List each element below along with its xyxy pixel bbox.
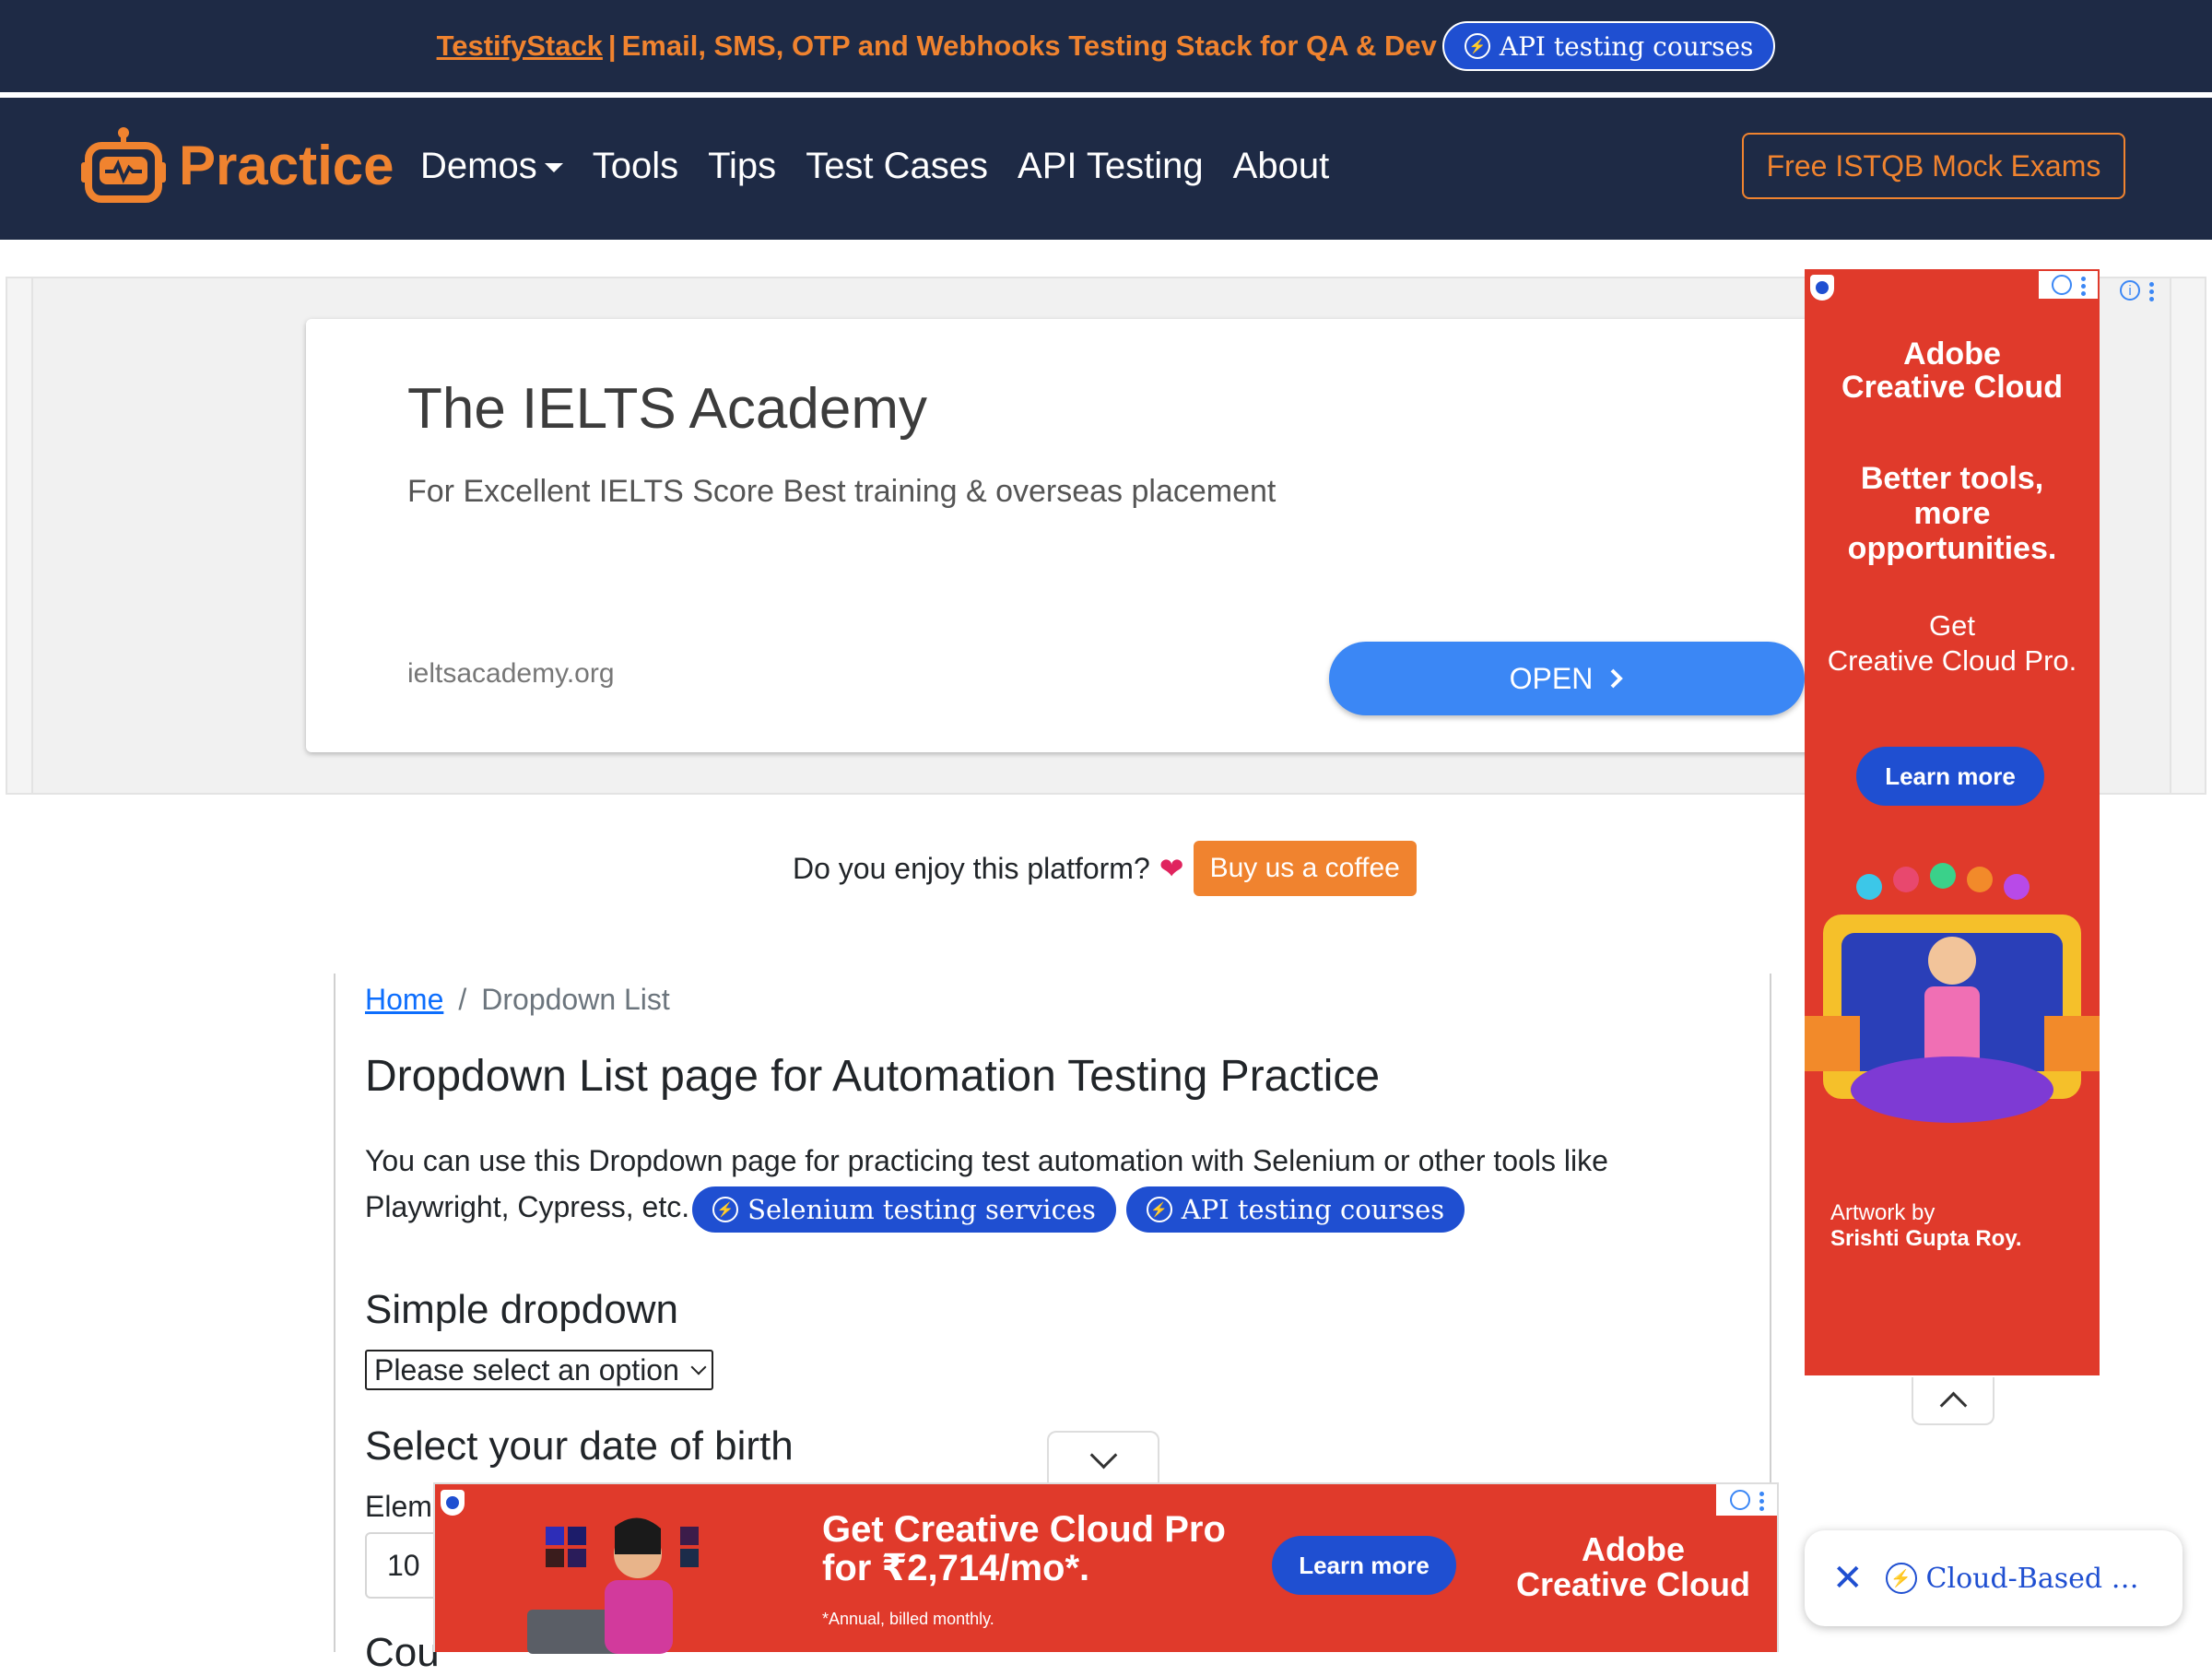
heart-icon: ❤ [1159,852,1184,885]
ad-open-label: OPEN [1509,661,1594,695]
nav-test-cases[interactable]: Test Cases [806,146,988,187]
side-get-line2: Creative Cloud Pro. [1827,644,2077,677]
bolt-circle-icon: ⚡ [1885,1563,1917,1594]
next-section-heading: Cou [365,1630,440,1675]
navbar: Practice Demos Tools Tips Test Cases API… [0,98,2212,240]
side-ad-brand: Adobe Creative Cloud [1805,337,2100,404]
close-icon[interactable]: ✕ [1832,1557,1864,1599]
side-tag-line2: more [1913,496,1991,531]
floating-promo-label: Cloud-Based … [1925,1562,2139,1595]
bottom-headline-line2: for ₹2,714/mo*. [822,1548,1090,1588]
floating-promo-link[interactable]: ⚡ Cloud-Based … [1885,1562,2139,1595]
ad-choices[interactable]: i [2120,280,2154,301]
bolt-circle-icon: ⚡ [712,1196,739,1222]
selenium-services-pill[interactable]: ⚡ Selenium testing services [691,1185,1117,1233]
ielts-ad-card[interactable]: The IELTS Academy For Excellent IELTS Sc… [306,319,1818,752]
nav-api-testing[interactable]: API Testing [1018,146,1204,187]
breadcrumb: Home / Dropdown List [365,983,670,1017]
support-question: Do you enjoy this platform? [793,851,1150,885]
side-ad-offer: Get Creative Cloud Pro. [1805,608,2100,679]
info-icon[interactable]: i [2051,275,2072,295]
simple-dropdown-select[interactable]: Please select an option [365,1350,713,1390]
side-get-line1: Get [1929,609,1975,642]
bolt-circle-icon: ⚡ [1146,1196,1172,1222]
api-courses-pill[interactable]: ⚡ API testing courses [1441,21,1776,71]
bottom-headline-line1: Get Creative Cloud Pro [822,1509,1226,1550]
nav-demos[interactable]: Demos [420,146,563,187]
chevron-right-icon [1610,668,1624,689]
side-ad-collapse-button[interactable] [1912,1377,1994,1425]
bottom-brand-line1: Adobe [1582,1530,1685,1568]
bottom-ad-choices[interactable]: i [1716,1484,1777,1516]
adobe-side-ad[interactable]: i Adobe Creative Cloud Better tools, mor… [1805,269,2100,1375]
buy-coffee-button[interactable]: Buy us a coffee [1193,841,1417,896]
nav-demos-label: Demos [420,146,537,186]
info-icon[interactable]: i [1729,1490,1750,1510]
side-brand-line2: Creative Cloud [1841,370,2063,405]
promo-separator: | [607,30,617,62]
api-inline-pill-label: API testing courses [1181,1193,1445,1225]
side-tag-line3: opportunities. [1847,531,2057,566]
brand-name: Practice [179,134,394,196]
simple-dropdown-value: Please select an option [374,1352,679,1387]
chevron-down-icon [1089,1441,1117,1469]
ad-title: The IELTS Academy [407,377,927,441]
bottom-learn-more-button[interactable]: Learn more [1272,1536,1456,1595]
info-icon[interactable]: i [2120,280,2140,301]
simple-dropdown-heading: Simple dropdown [365,1287,678,1332]
nav-tools[interactable]: Tools [593,146,678,187]
istqb-mock-exams-button[interactable]: Free ISTQB Mock Exams [1742,133,2125,199]
bolt-circle-icon: ⚡ [1464,33,1490,59]
robot-logo-icon [81,127,166,203]
side-brand-line1: Adobe [1903,336,2001,372]
bottom-ad-brand: Adobe Creative Cloud [1495,1532,1771,1602]
nav-about[interactable]: About [1233,146,1330,187]
bottom-ad-headline: Get Creative Cloud Pro for ₹2,714/mo*. [822,1510,1226,1587]
side-ad-artwork [1805,863,2100,1123]
testifystack-link[interactable]: TestifyStack [437,30,603,63]
caret-down-icon [544,163,563,173]
promo-bar: TestifyStack | Email, SMS, OTP and Webho… [0,0,2212,92]
bottom-ad-artwork [527,1517,699,1654]
bottom-brand-line2: Creative Cloud [1515,1565,1751,1603]
chevron-down-icon [690,1359,707,1375]
nav-links: Demos Tools Tips Test Cases API Testing … [420,146,1329,187]
breadcrumb-home[interactable]: Home [365,983,443,1017]
side-credit-line1: Artwork by [1830,1200,1936,1225]
bottom-ad-fine-print: *Annual, billed monthly. [822,1610,994,1628]
shield-icon [1810,275,1834,301]
side-learn-more-button[interactable]: Learn more [1856,747,2044,806]
dob-heading: Select your date of birth [365,1423,794,1469]
page-title: Dropdown List page for Automation Testin… [365,1052,1381,1101]
adobe-bottom-ad[interactable]: Get Creative Cloud Pro for ₹2,714/mo*. *… [433,1482,1779,1654]
floating-promo-pill[interactable]: ✕ ⚡ Cloud-Based … [1805,1530,2183,1626]
support-row: Do you enjoy this platform? ❤ Buy us a c… [793,841,1417,896]
promo-tagline: Email, SMS, OTP and Webhooks Testing Sta… [621,30,1437,62]
side-tag-line1: Better tools, [1860,461,2044,496]
ad-domain: ieltsacademy.org [407,658,615,689]
bottom-ad-collapse-button[interactable] [1047,1431,1159,1484]
side-ad-choices[interactable]: i [2039,271,2098,299]
page-intro: You can use this Dropdown page for pract… [365,1138,1729,1233]
more-vert-icon[interactable] [2080,275,2086,296]
ad-open-button[interactable]: OPEN [1329,642,1805,715]
chevron-up-icon [1939,1391,1967,1419]
more-vert-icon[interactable] [1759,1490,1764,1511]
ad-subtitle: For Excellent IELTS Score Best training … [407,474,1277,509]
side-credit-line2: Srishti Gupta Roy. [1830,1226,2022,1251]
api-courses-pill-label: API testing courses [1499,30,1754,62]
side-ad-tagline: Better tools, more opportunities. [1805,461,2100,566]
api-courses-pill-inline[interactable]: ⚡ API testing courses [1124,1185,1466,1233]
nav-tips[interactable]: Tips [708,146,776,187]
more-vert-icon[interactable] [2149,280,2154,301]
side-ad-credit: Artwork by Srishti Gupta Roy. [1830,1200,2022,1252]
breadcrumb-separator: / [458,983,467,1016]
shield-icon [441,1490,465,1516]
breadcrumb-current: Dropdown List [481,983,670,1016]
brand-link[interactable]: Practice [81,125,394,205]
selenium-pill-label: Selenium testing services [747,1193,1096,1225]
